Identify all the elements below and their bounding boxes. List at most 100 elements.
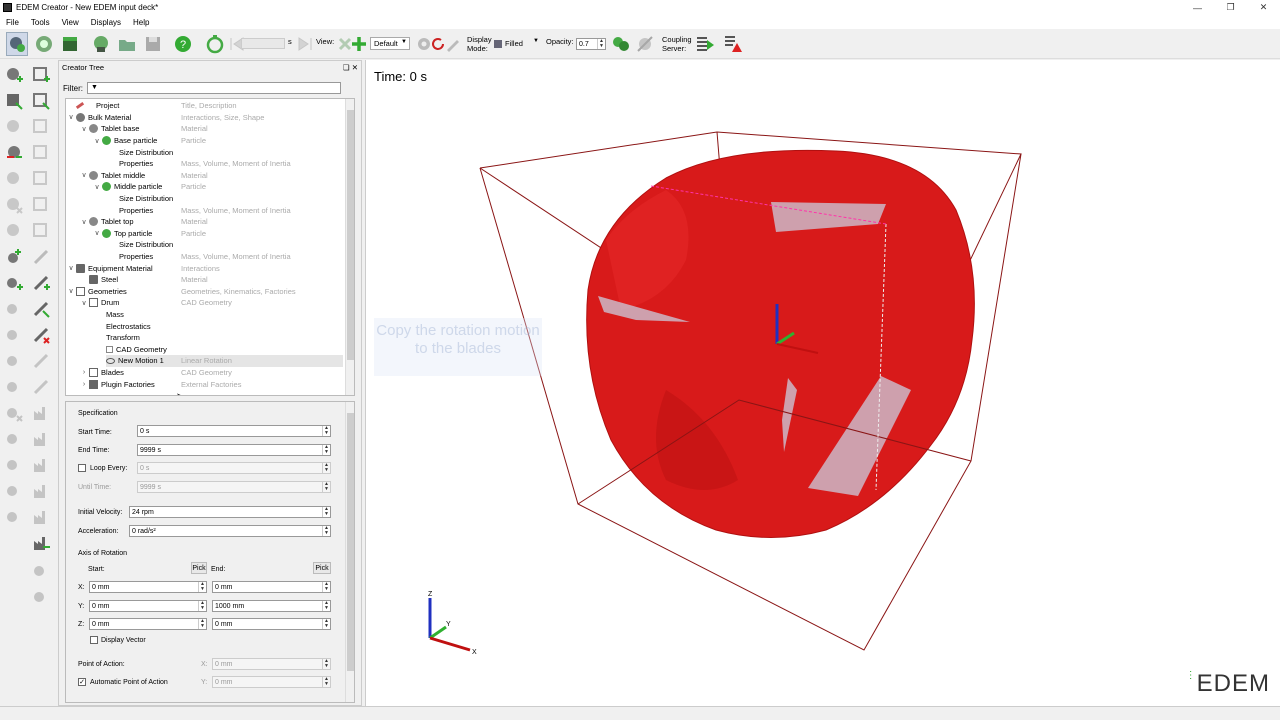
panel-close-icon[interactable]: ✕ bbox=[352, 63, 358, 72]
clip-icon[interactable] bbox=[634, 32, 656, 56]
menu-tools[interactable]: Tools bbox=[31, 18, 50, 27]
delete-particle-icon[interactable] bbox=[3, 402, 25, 424]
plugin-2-icon[interactable] bbox=[30, 586, 52, 608]
particle-tool-icon[interactable] bbox=[3, 376, 25, 398]
edit-icon[interactable] bbox=[442, 32, 464, 56]
3d-viewport[interactable]: Time: 0 s Z Y X Copy the rotation motion… bbox=[365, 60, 1280, 706]
copy-factory-icon[interactable] bbox=[30, 454, 52, 476]
tree-row-geometries[interactable]: ∨ Geometries Geometries, Kinematics, Facto… bbox=[66, 286, 296, 298]
creator-mode-icon[interactable] bbox=[6, 32, 28, 56]
tree-row-drum[interactable]: ∨ Drum CAD Geometry bbox=[79, 297, 232, 309]
start-y-spinner[interactable]: ▲ ▼ bbox=[198, 601, 206, 611]
copy-link-icon[interactable] bbox=[30, 298, 52, 320]
end-x-spinner[interactable]: ▲ ▼ bbox=[322, 582, 330, 592]
collapse-icon[interactable]: ∨ bbox=[66, 113, 76, 121]
filter-select[interactable]: ▼ bbox=[87, 82, 341, 94]
tree-row-properties[interactable]: Properties Mass, Volume, Moment of Inerti… bbox=[119, 251, 291, 263]
poa-x-field[interactable]: 0 mm ▲ ▼ bbox=[212, 658, 331, 670]
acceleration-field[interactable]: 0 rad/s² ▲ ▼ bbox=[129, 525, 331, 537]
tree-row-steel[interactable]: Steel Material bbox=[89, 274, 208, 286]
menu-view[interactable]: View bbox=[62, 18, 79, 27]
add-view-icon[interactable] bbox=[348, 32, 370, 56]
spec-scroll-thumb[interactable] bbox=[347, 413, 354, 671]
copy-particle-icon[interactable] bbox=[3, 298, 25, 320]
new-deck-icon[interactable] bbox=[90, 32, 112, 56]
tree-row-blades[interactable]: › Blades CAD Geometry bbox=[79, 367, 232, 379]
collapse-icon[interactable]: ∨ bbox=[66, 264, 76, 272]
display-vector-checkbox[interactable] bbox=[90, 636, 98, 644]
collapse-icon[interactable]: ∨ bbox=[92, 183, 102, 191]
tree-row-equipment-material[interactable]: ∨ Equipment Material Interactions bbox=[66, 262, 220, 274]
end-y-spinner[interactable]: ▲ ▼ bbox=[322, 601, 330, 611]
expand-icon[interactable]: › bbox=[79, 369, 89, 376]
import-material-icon[interactable] bbox=[3, 116, 25, 138]
coupling-warning-icon[interactable] bbox=[722, 32, 744, 56]
collapse-icon[interactable]: ∨ bbox=[79, 299, 89, 307]
color-particles-icon[interactable] bbox=[610, 32, 632, 56]
end-z-spinner[interactable]: ▲ ▼ bbox=[322, 619, 330, 629]
end-y-field[interactable]: 1000 mm ▲ ▼ bbox=[212, 600, 331, 612]
tree-row-new-motion[interactable]: New Motion 1 Linear Rotation bbox=[106, 355, 343, 367]
menu-file[interactable]: File bbox=[6, 18, 19, 27]
tree-row-bulk-material[interactable]: ∨ Bulk Material Interactions, Size, Shape bbox=[66, 112, 264, 124]
end-time-spinner[interactable]: ▲ ▼ bbox=[322, 445, 330, 455]
add-box-icon[interactable] bbox=[30, 64, 52, 86]
collapse-icon[interactable]: ∨ bbox=[66, 287, 76, 295]
minimize-icon[interactable]: — bbox=[1181, 0, 1214, 15]
add-particle-icon[interactable] bbox=[3, 272, 25, 294]
poa-y-field[interactable]: 0 mm ▲ ▼ bbox=[212, 676, 331, 688]
opacity-input[interactable]: 0.7 ▲ ▼ bbox=[576, 38, 606, 50]
tree-row-top-particle[interactable]: ∨ Top particle Particle bbox=[92, 228, 206, 240]
delete-material-icon[interactable] bbox=[3, 194, 25, 216]
open-folder-icon[interactable] bbox=[116, 32, 138, 56]
tree-row-mass[interactable]: Mass bbox=[106, 309, 124, 321]
menu-displays[interactable]: Displays bbox=[91, 18, 121, 27]
coupling-start-icon[interactable] bbox=[694, 32, 716, 56]
add-link-icon[interactable] bbox=[30, 272, 52, 294]
particle-group-icon[interactable] bbox=[3, 428, 25, 450]
collapse-icon[interactable]: ∨ bbox=[92, 137, 102, 145]
timer-icon[interactable] bbox=[204, 32, 226, 56]
menu-help[interactable]: Help bbox=[133, 18, 149, 27]
export-particle-icon[interactable] bbox=[3, 350, 25, 372]
tree-row-middle-particle[interactable]: ∨ Middle particle Particle bbox=[92, 181, 206, 193]
close-icon[interactable]: ✕ bbox=[1247, 0, 1280, 15]
tree-row-tablet-middle[interactable]: ∨ Tablet middle Material bbox=[79, 170, 208, 182]
start-time-spinner[interactable]: ▲ ▼ bbox=[322, 426, 330, 436]
initial-velocity-spinner[interactable]: ▲ ▼ bbox=[322, 507, 330, 517]
loop-every-field[interactable]: 0 s ▲ ▼ bbox=[137, 462, 331, 474]
auto-point-checkbox[interactable]: ✓ bbox=[78, 678, 86, 686]
float-icon[interactable]: ❏ bbox=[343, 63, 350, 72]
acceleration-spinner[interactable]: ▲ ▼ bbox=[322, 526, 330, 536]
start-z-spinner[interactable]: ▲ ▼ bbox=[198, 619, 206, 629]
copy-material-icon[interactable] bbox=[3, 90, 25, 112]
forward-icon[interactable] bbox=[294, 32, 316, 56]
end-z-field[interactable]: 0 mm ▲ ▼ bbox=[212, 618, 331, 630]
until-time-field[interactable]: 9999 s ▲ ▼ bbox=[137, 481, 331, 493]
delete-link-icon[interactable] bbox=[30, 324, 52, 346]
pick-end-button[interactable]: Pick bbox=[313, 562, 331, 574]
move-box-icon[interactable] bbox=[30, 142, 52, 164]
particle-spark-icon[interactable] bbox=[3, 246, 25, 268]
import-box-icon[interactable] bbox=[30, 116, 52, 138]
start-z-field[interactable]: 0 mm ▲ ▼ bbox=[89, 618, 207, 630]
expand-icon[interactable]: › bbox=[79, 381, 89, 388]
display-mode-select[interactable]: Filled ▼ bbox=[491, 37, 541, 50]
until-time-spinner[interactable]: ▲ ▼ bbox=[322, 482, 330, 492]
time-input[interactable] bbox=[241, 38, 285, 49]
loop-every-spinner[interactable]: ▲ ▼ bbox=[322, 463, 330, 473]
start-x-field[interactable]: 0 mm ▲ ▼ bbox=[89, 581, 207, 593]
analyst-mode-icon[interactable] bbox=[59, 32, 81, 56]
tree-row-electrostatics[interactable]: Electrostatics bbox=[106, 320, 151, 332]
collapse-icon[interactable]: ∨ bbox=[79, 125, 89, 133]
particle-group-3-icon[interactable] bbox=[3, 480, 25, 502]
save-icon[interactable] bbox=[142, 32, 164, 56]
tree-row-properties[interactable]: Properties Mass, Volume, Moment of Inerti… bbox=[119, 158, 291, 170]
move-material-icon[interactable] bbox=[3, 142, 25, 164]
import-particle-icon[interactable] bbox=[3, 324, 25, 346]
opacity-spinner[interactable]: ▲ ▼ bbox=[597, 39, 605, 49]
export-material-icon[interactable] bbox=[3, 168, 25, 190]
plugin-icon[interactable] bbox=[30, 560, 52, 582]
collapse-icon[interactable]: ∨ bbox=[92, 229, 102, 237]
loop-every-checkbox[interactable] bbox=[78, 464, 86, 472]
